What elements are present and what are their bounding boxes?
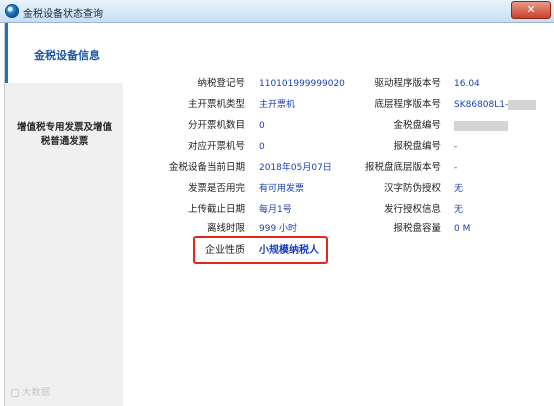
- machine-number-label: 对应开票机号: [187, 141, 245, 152]
- close-button[interactable]: ✕: [511, 1, 551, 19]
- report-disk-capacity-label: 报税盘容量: [393, 223, 441, 234]
- tax-id-label: 纳税登记号: [197, 78, 245, 89]
- sidebar-item-label: 金税设备信息: [34, 49, 100, 62]
- sub-machine-count-label: 分开票机数目: [187, 120, 245, 131]
- info-row: 分开票机数目 0 金税盘编号: [0, 119, 554, 133]
- tax-disk-number-value: [454, 119, 508, 133]
- main-machine-type-label: 主开票机类型: [187, 99, 245, 110]
- upload-deadline-value: 每月1号: [259, 205, 292, 215]
- window-title: 金税设备状态查询: [23, 9, 103, 20]
- info-row: 发票是否用完 有可用发票 汉字防伪授权 无: [0, 182, 554, 196]
- report-disk-capacity-value: 0 M: [454, 224, 471, 234]
- highlight-box: [193, 236, 328, 264]
- anti-forgery-label: 汉字防伪授权: [383, 183, 441, 194]
- issue-auth-value: 无: [454, 205, 464, 215]
- sub-machine-count-value: 0: [259, 121, 265, 131]
- machine-number-value: 0: [259, 142, 265, 152]
- watermark-icon: [11, 388, 19, 397]
- info-row: 上传截止日期 每月1号 发行授权信息 无: [0, 203, 554, 217]
- invoice-used-up-label: 发票是否用完: [187, 183, 245, 194]
- anti-forgery-value: 无: [454, 184, 464, 194]
- offline-limit-label: 离线时限: [206, 223, 245, 234]
- info-row: 金税设备当前日期 2018年05月07日 报税盘底层版本号 -: [0, 161, 554, 175]
- info-row: 主开票机类型 主开票机 底层程序版本号 SK86808L1-: [0, 98, 554, 112]
- tax-disk-number-label: 金税盘编号: [393, 120, 441, 131]
- info-row: 对应开票机号 0 报税盘编号 -: [0, 140, 554, 154]
- report-disk-number-value: -: [454, 142, 458, 152]
- upload-deadline-label: 上传截止日期: [187, 204, 245, 215]
- title-bar: 金税设备状态查询 ✕: [0, 0, 554, 23]
- offline-limit-value: 999 小时: [259, 224, 298, 234]
- driver-version-label: 驱动程序版本号: [374, 78, 441, 89]
- firmware-version-value: SK86808L1-: [454, 98, 537, 112]
- redacted-block: [454, 120, 508, 131]
- report-disk-number-label: 报税盘编号: [393, 141, 441, 152]
- report-disk-version-label: 报税盘底层版本号: [364, 162, 441, 173]
- device-date-label: 金税设备当前日期: [168, 162, 245, 173]
- info-row: 离线时限 999 小时 报税盘容量 0 M: [0, 222, 554, 236]
- firmware-version-label: 底层程序版本号: [374, 99, 441, 110]
- sidebar-item-device-info[interactable]: 金税设备信息: [5, 23, 124, 83]
- main-machine-type-value: 主开票机: [259, 100, 296, 110]
- app-logo-icon: [5, 4, 19, 18]
- issue-auth-label: 发行授权信息: [383, 204, 441, 215]
- redacted-block: [508, 99, 537, 110]
- info-row: 纳税登记号 110101999999020 驱动程序版本号 16.04: [0, 77, 554, 91]
- invoice-used-up-value: 有可用发票: [259, 184, 305, 194]
- watermark: 大数据: [11, 385, 51, 398]
- driver-version-value: 16.04: [454, 79, 480, 89]
- report-disk-version-value: -: [454, 163, 458, 173]
